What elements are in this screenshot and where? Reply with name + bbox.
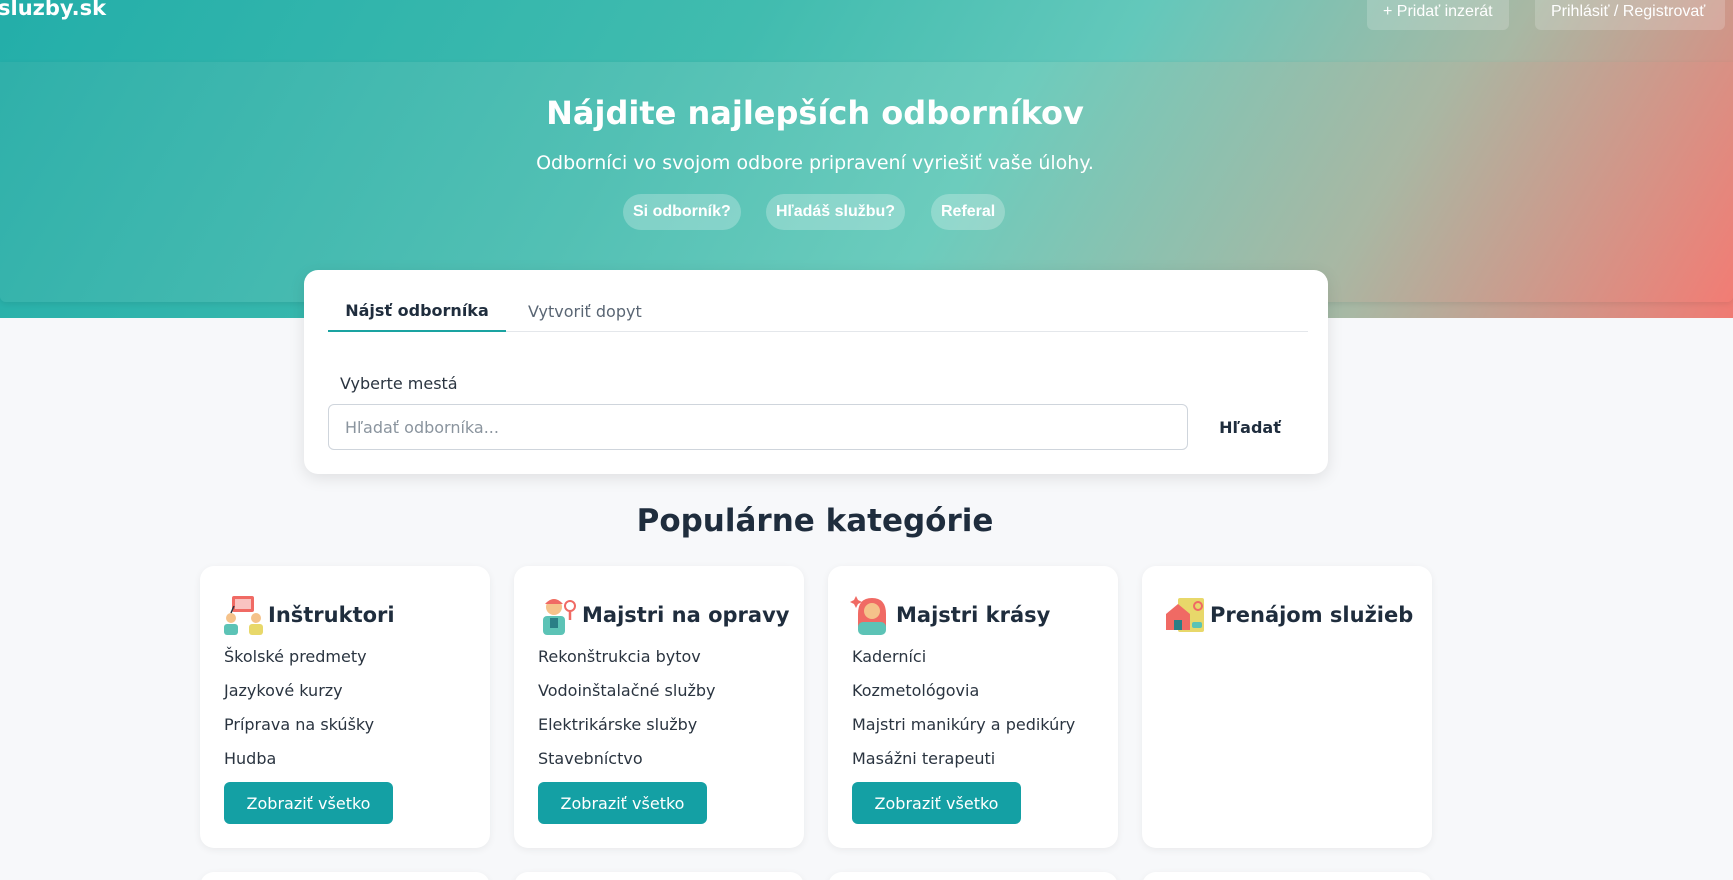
category-header: Majstri na opravy <box>536 594 789 636</box>
show-all-button[interactable]: Zobraziť všetko <box>538 782 707 824</box>
show-all-button[interactable]: Zobraziť všetko <box>224 782 393 824</box>
city-select-label: Vyberte mestá <box>340 374 458 393</box>
category-header: Inštruktori <box>222 594 395 636</box>
category-title: Majstri krásy <box>896 603 1051 627</box>
hero-title: Nájdite najlepších odborníkov <box>546 94 1084 132</box>
category-link[interactable]: Hudba <box>224 742 374 776</box>
category-links: Kaderníci Kozmetológovia Majstri manikúr… <box>852 640 1075 776</box>
category-card-partial <box>828 872 1118 880</box>
category-link[interactable]: Majstri manikúry a pedikúry <box>852 708 1075 742</box>
show-all-button[interactable]: Zobraziť všetko <box>852 782 1021 824</box>
category-title: Prenájom služieb <box>1210 603 1414 627</box>
rental-icon <box>1166 598 1204 632</box>
category-card-beauty: Majstri krásy Kaderníci Kozmetológovia M… <box>828 566 1118 848</box>
category-card-repairs: Majstri na opravy Rekonštrukcia bytov Vo… <box>514 566 804 848</box>
category-card-rental: Prenájom služieb <box>1142 566 1432 848</box>
repairman-icon <box>543 599 576 635</box>
category-link[interactable]: Vodoinštalačné služby <box>538 674 716 708</box>
category-header: Majstri krásy <box>850 594 1050 636</box>
tab-find-expert[interactable]: Nájsť odborníka <box>328 292 506 332</box>
category-link[interactable]: Rekonštrukcia bytov <box>538 640 716 674</box>
category-link[interactable]: Elektrikárske služby <box>538 708 716 742</box>
category-link[interactable]: Kaderníci <box>852 640 1075 674</box>
category-links: Školské predmety Jazykové kurzy Príprava… <box>224 640 374 776</box>
category-card-partial <box>200 872 490 880</box>
popular-categories-title: Populárne kategórie <box>636 503 994 539</box>
category-card-instructors: Inštruktori Školské predmety Jazykové ku… <box>200 566 490 848</box>
instructor-icon <box>224 596 263 635</box>
search-card: Nájsť odborníka Vytvoriť dopyt Vyberte m… <box>304 270 1328 474</box>
top-navigation: sluzby.sk + Pridať inzerát Prihlásiť / R… <box>0 0 1733 60</box>
category-link[interactable]: Kozmetológovia <box>852 674 1075 708</box>
category-links: Rekonštrukcia bytov Vodoinštalačné služb… <box>538 640 716 776</box>
category-header: Prenájom služieb <box>1164 594 1413 636</box>
login-register-button[interactable]: Prihlásiť / Registrovať <box>1535 0 1726 30</box>
category-link[interactable]: Školské predmety <box>224 640 374 674</box>
category-link[interactable]: Príprava na skúšky <box>224 708 374 742</box>
category-card-partial <box>514 872 804 880</box>
category-link[interactable]: Masážni terapeuti <box>852 742 1075 776</box>
tab-create-request[interactable]: Vytvoriť dopyt <box>528 292 642 332</box>
category-title: Majstri na opravy <box>582 603 790 627</box>
add-listing-button[interactable]: + Pridať inzerát <box>1367 0 1509 30</box>
referral-button[interactable]: Referal <box>931 194 1006 230</box>
search-input[interactable] <box>328 404 1188 450</box>
hero-subtitle: Odborníci vo svojom odbore pripravení vy… <box>536 152 1094 174</box>
beauty-icon <box>850 596 886 635</box>
looking-for-service-button[interactable]: Hľadáš službu? <box>766 194 906 230</box>
category-link[interactable]: Jazykové kurzy <box>224 674 374 708</box>
category-title: Inštruktori <box>268 603 395 627</box>
search-tabs: Nájsť odborníka Vytvoriť dopyt <box>328 292 1308 332</box>
search-button[interactable]: Hľadať <box>1202 408 1298 446</box>
site-logo[interactable]: sluzby.sk <box>0 0 106 20</box>
category-link[interactable]: Stavebníctvo <box>538 742 716 776</box>
category-card-partial <box>1142 872 1432 880</box>
are-you-expert-button[interactable]: Si odborník? <box>623 194 741 230</box>
